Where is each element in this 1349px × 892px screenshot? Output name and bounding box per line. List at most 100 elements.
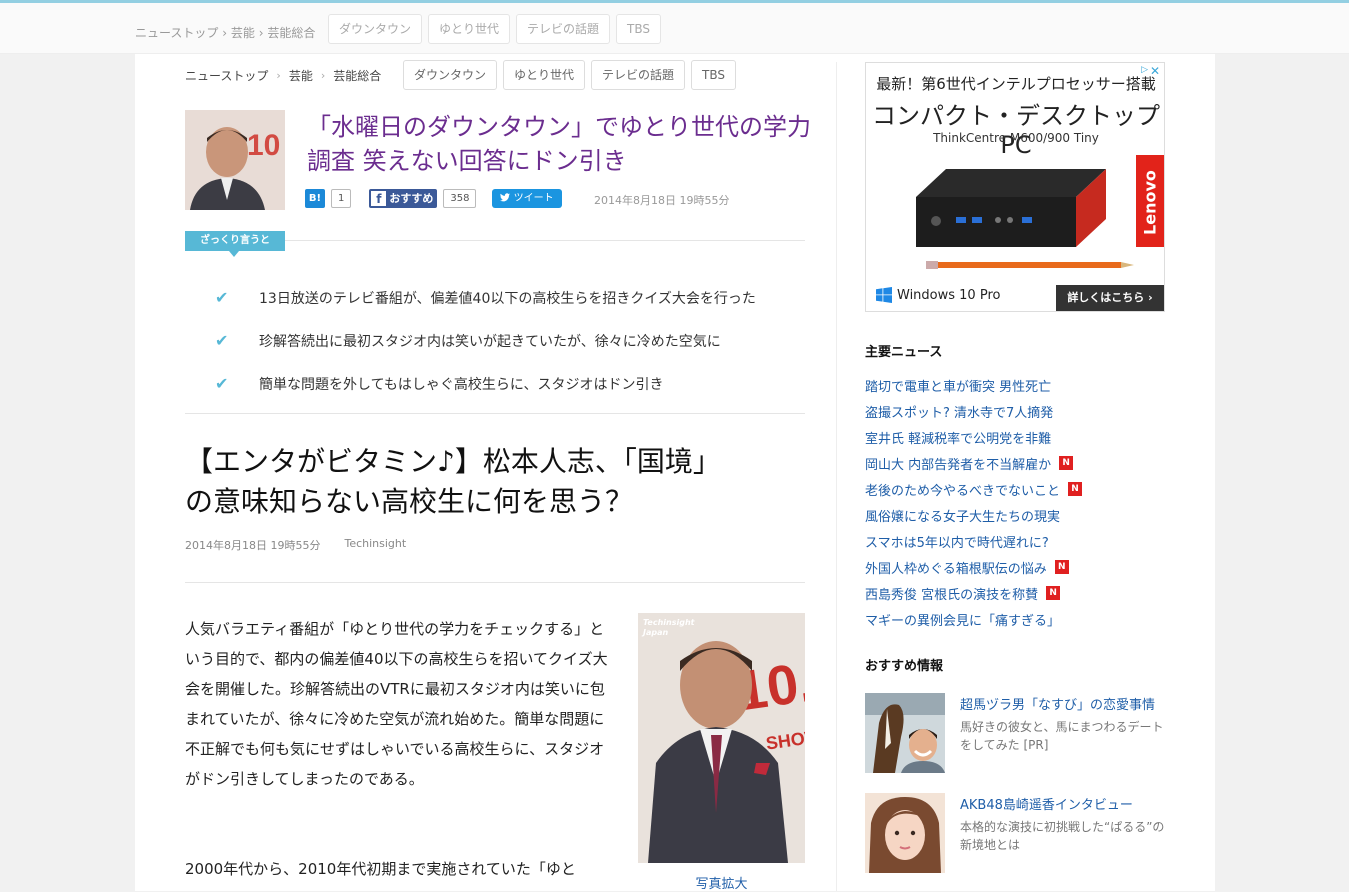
- recommended-title[interactable]: 超馬ヅラ男「なすび」の恋愛事情: [960, 694, 1155, 713]
- pc-product-image: [916, 169, 1134, 269]
- ad-headline: 最新！第6世代インテルプロセッサー搭載: [876, 75, 1156, 93]
- news-item[interactable]: 外国人枠めぐる箱根駅伝の悩み N: [865, 554, 1082, 580]
- tweet-label: ツイート: [513, 193, 554, 204]
- ad-cta-button[interactable]: 詳しくはこちら ›: [1056, 285, 1164, 311]
- ad-product: コンパクト・デスクトップPC: [872, 102, 1160, 159]
- section-divider: [185, 582, 805, 583]
- article-photo[interactable]: 10.5 SHOW Techinsight Japan: [638, 613, 805, 863]
- check-icon: ✔: [215, 331, 229, 350]
- tag-downtown[interactable]: ダウンタウン: [403, 60, 498, 90]
- sticky-tag[interactable]: ゆとり世代: [428, 14, 511, 44]
- recommended-title[interactable]: AKB48島崎遥香インタビュー: [960, 794, 1133, 813]
- summary-item: ✔ 簡単な問題を外してもはしゃぐ高校生らに、スタジオはドン引き: [215, 362, 756, 405]
- sticky-breadcrumb-item[interactable]: 芸能: [231, 26, 255, 40]
- sticky-tag[interactable]: ダウンタウン: [328, 14, 423, 44]
- breadcrumb-separator: ›: [276, 69, 281, 82]
- new-badge: N: [1046, 586, 1061, 600]
- breadcrumb-item-news-top[interactable]: ニューストップ: [185, 67, 268, 84]
- facebook-icon: f: [371, 191, 387, 206]
- news-item[interactable]: スマホは5年以内で時代遅れに?: [865, 528, 1082, 554]
- lenovo-logo: Lenovo: [1136, 155, 1164, 247]
- news-item[interactable]: 室井氏 軽減税率で公明党を非難: [865, 424, 1082, 450]
- news-item[interactable]: 老後のため今やるべきでないこと N: [865, 476, 1083, 502]
- headline-thumbnail[interactable]: 10: [185, 110, 285, 210]
- sticky-breadcrumb: ニューストップ › 芸能 › 芸能総合: [135, 26, 316, 40]
- main-content: ニューストップ › 芸能 › 芸能総合 ダウンタウン ゆとり世代 テレビの話題 …: [135, 54, 1215, 892]
- hatena-bookmark-button[interactable]: B!: [305, 189, 325, 208]
- share-bar: B! 1 f おすすめ 358 ツイート: [305, 189, 562, 208]
- recommended-heading: おすすめ情報: [865, 659, 944, 674]
- breadcrumb: ニューストップ › 芸能 › 芸能総合: [185, 67, 381, 84]
- breadcrumb-item-entertainment[interactable]: 芸能: [289, 67, 313, 84]
- news-item[interactable]: マギーの異例会見に「痛すぎる」: [865, 606, 1082, 632]
- sticky-breadcrumb-item[interactable]: ニューストップ: [135, 26, 218, 40]
- news-item-link[interactable]: 岡山大 内部告発者を不当解雇か: [865, 454, 1051, 473]
- news-item[interactable]: 踏切で電車と車が衝突 男性死亡: [865, 372, 1082, 398]
- new-badge: N: [1068, 482, 1083, 496]
- news-item-link[interactable]: スマホは5年以内で時代遅れに?: [865, 532, 1049, 551]
- hatena-count: 1: [331, 189, 352, 208]
- tag-tbs[interactable]: TBS: [691, 60, 737, 90]
- summary-list: ✔ 13日放送のテレビ番組が、偏差値40以下の高校生らを招きクイズ大会を行った ✔…: [215, 276, 756, 405]
- recommended-thumbnail[interactable]: [865, 693, 945, 773]
- sticky-tag[interactable]: テレビの話題: [516, 14, 611, 44]
- recommended-thumbnail[interactable]: [865, 793, 945, 873]
- new-badge: N: [1059, 456, 1074, 470]
- news-item-link[interactable]: マギーの異例会見に「痛すぎる」: [865, 610, 1060, 629]
- check-icon: ✔: [215, 288, 229, 307]
- news-item[interactable]: 風俗嬢になる女子大生たちの現実: [865, 502, 1082, 528]
- news-item-link[interactable]: 外国人枠めぐる箱根駅伝の悩み: [865, 558, 1047, 577]
- news-item[interactable]: 西島秀俊 宮根氏の演技を称賛 N: [865, 580, 1082, 606]
- summary-item-text: 珍解答続出に最初スタジオ内は笑いが起きていたが、徐々に冷めた空気に: [259, 333, 721, 350]
- check-icon: ✔: [215, 374, 229, 393]
- svg-text:10: 10: [247, 129, 280, 162]
- recommended-item[interactable]: 超馬ヅラ男「なすび」の恋愛事情 馬好きの彼女と、馬にまつわるデートをしてみた […: [865, 693, 1165, 773]
- recommended-desc: 本格的な演技に初挑戦した“ぱるる”の新境地とは: [960, 820, 1165, 852]
- summary-label: ざっくり言うと: [185, 231, 285, 257]
- news-item[interactable]: 岡山大 内部告発者を不当解雇か N: [865, 450, 1082, 476]
- article-title: 【エンタがビタミン♪】松本人志、「国境」の意味知らない高校生に何を思う？: [185, 445, 721, 518]
- breadcrumb-separator: ›: [320, 69, 326, 82]
- ad-model: ThinkCentre M600/900 Tiny: [933, 131, 1099, 145]
- news-item-link[interactable]: 室井氏 軽減税率で公明党を非難: [865, 428, 1051, 447]
- news-item-link[interactable]: 盗撮スポット? 清水寺で7人摘発: [865, 402, 1053, 421]
- advertisement-banner[interactable]: ▷ ✕ 最新！第6世代インテルプロセッサー搭載 コンパクト・デスクトップPC T…: [865, 62, 1165, 312]
- sticky-tag-list: ダウンタウン ゆとり世代 テレビの話題 TBS: [328, 14, 662, 44]
- photo-watermark: Techinsight Japan: [643, 618, 695, 637]
- facebook-count: 358: [443, 189, 477, 208]
- main-news-list: 踏切で電車と車が衝突 男性死亡 盗撮スポット? 清水寺で7人摘発 室井氏 軽減税…: [865, 372, 1083, 632]
- facebook-recommend-button[interactable]: f おすすめ: [369, 189, 438, 208]
- summary-divider: [285, 240, 805, 241]
- new-badge: N: [1054, 560, 1069, 574]
- news-item-link[interactable]: 西島秀俊 宮根氏の演技を称賛: [865, 584, 1038, 603]
- article-paragraph: 人気バラエティ番組が「ゆとり世代の学力をチェックする」という目的で、都内の偏差値…: [185, 620, 608, 788]
- headline-title[interactable]: 「水曜日のダウンタウン」でゆとり世代の学力調査 笑えない回答にドン引き: [307, 110, 817, 178]
- news-item[interactable]: 盗撮スポット? 清水寺で7人摘発: [865, 398, 1082, 424]
- tag-yutori[interactable]: ゆとり世代: [503, 60, 586, 90]
- summary-item: ✔ 珍解答続出に最初スタジオ内は笑いが起きていたが、徐々に冷めた空気に: [215, 319, 756, 362]
- sticky-breadcrumb-item[interactable]: 芸能総合: [267, 26, 315, 40]
- summary-item-text: 13日放送のテレビ番組が、偏差値40以下の高校生らを招きクイズ大会を行った: [259, 290, 756, 307]
- article-source[interactable]: Techinsight: [344, 537, 406, 553]
- tweet-button[interactable]: ツイート: [492, 189, 562, 208]
- article-date: 2014年8月18日 19時55分: [185, 539, 321, 552]
- tag-list: ダウンタウン ゆとり世代 テレビの話題 TBS: [403, 60, 737, 90]
- sticky-header: ニューストップ › 芸能 › 芸能総合 ダウンタウン ゆとり世代 テレビの話題 …: [0, 3, 1349, 54]
- windows-icon: [876, 287, 892, 303]
- photo-enlarge-link[interactable]: 写真拡大: [638, 873, 805, 892]
- summary-item-text: 簡単な問題を外してもはしゃぐ高校生らに、スタジオはドン引き: [259, 376, 664, 393]
- facebook-recommend-label: おすすめ: [389, 192, 434, 205]
- news-item-link[interactable]: 風俗嬢になる女子大生たちの現実: [865, 506, 1060, 525]
- windows-badge: Windows 10 Pro: [876, 287, 1000, 303]
- headline-date: 2014年8月18日 19時55分: [594, 194, 730, 207]
- tag-tv-topics[interactable]: テレビの話題: [591, 60, 686, 90]
- summary-item: ✔ 13日放送のテレビ番組が、偏差値40以下の高校生らを招きクイズ大会を行った: [215, 276, 756, 319]
- news-item-link[interactable]: 老後のため今やるべきでないこと: [865, 480, 1060, 499]
- section-divider: [185, 413, 805, 414]
- news-item-link[interactable]: 踏切で電車と車が衝突 男性死亡: [865, 376, 1051, 395]
- breadcrumb-item-general[interactable]: 芸能総合: [333, 67, 381, 84]
- recommended-item[interactable]: AKB48島崎遥香インタビュー 本格的な演技に初挑戦した“ぱるる”の新境地とは: [865, 793, 1165, 873]
- main-news-heading: 主要ニュース: [865, 345, 943, 360]
- windows-label: Windows 10 Pro: [897, 287, 1001, 303]
- sticky-tag[interactable]: TBS: [616, 14, 662, 44]
